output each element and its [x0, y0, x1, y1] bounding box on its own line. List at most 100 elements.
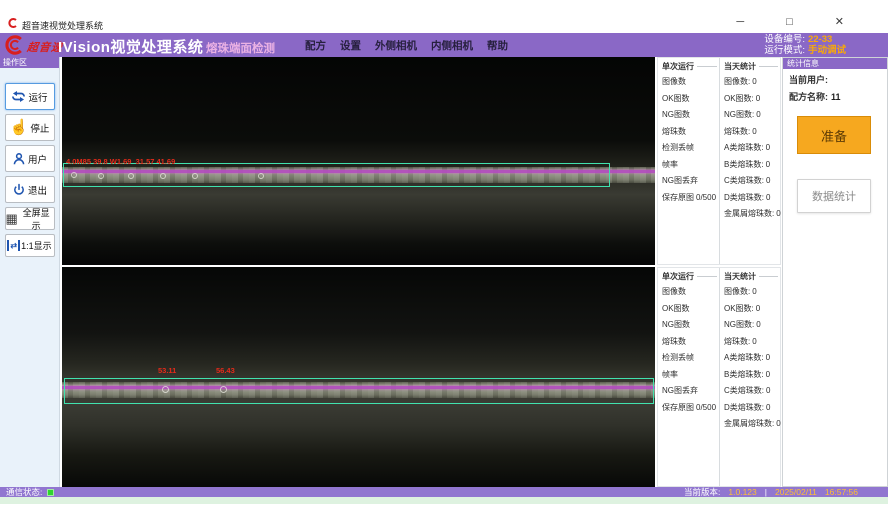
stat-row: OK图数:0 — [724, 91, 780, 108]
today-stats-header: 当天统计 — [724, 61, 780, 72]
today-stats-header: 当天统计 — [724, 271, 780, 282]
menu-item[interactable]: 设置 — [340, 38, 361, 53]
stat-row: 检测丢帧 — [662, 350, 719, 367]
inner-camera-stats-panel: 单次运行 图像数OK图数NG图数熔珠数检测丢帧帧率NG图丢弃保存原图0/500 … — [657, 267, 781, 487]
stat-row: 金属屑熔珠数:0 — [724, 206, 780, 223]
stat-row: 图像数 — [662, 74, 719, 91]
stat-row: NG图数 — [662, 107, 719, 124]
status-bar: 通信状态: 当前版本: 1.0.123 | 2025/02/11 16:57:5… — [0, 487, 888, 497]
stat-row: 保存原图0/500 — [662, 190, 719, 207]
stat-row: 图像数:0 — [724, 74, 780, 91]
one-to-one-icon: ⇄ — [7, 240, 20, 251]
device-number-label: 设备编号: — [764, 34, 805, 45]
stat-row: NG图丢弃 — [662, 173, 719, 190]
info-panel-title: 统计信息 — [783, 58, 887, 69]
comm-status-indicator — [47, 489, 54, 496]
menu-bar: 配方设置外侧相机内侧相机帮助 — [305, 38, 508, 53]
run-mode-value: 手动调试 — [808, 45, 846, 56]
stat-row: 熔珠数 — [662, 124, 719, 141]
date-value: 2025/02/11 — [775, 487, 817, 497]
brand-logo-icon — [3, 35, 24, 55]
data-statistics-button[interactable]: 数据统计 — [797, 179, 871, 213]
stat-row: A类熔珠数:0 — [724, 140, 780, 157]
stat-row: 保存原图0/500 — [662, 400, 719, 417]
stat-row: OK图数 — [662, 91, 719, 108]
menu-item[interactable]: 帮助 — [487, 38, 508, 53]
stat-row: OK图数 — [662, 301, 719, 318]
device-info: 设备编号:22-33 运行模式:手动调试 — [764, 35, 846, 56]
exit-button[interactable]: 退出 — [5, 176, 55, 203]
window-controls: ─ □ ✕ — [736, 15, 844, 29]
fullscreen-grid-icon: ▦ — [6, 212, 18, 225]
stat-row: 帧率 — [662, 367, 719, 384]
recipe-name-row: 配方名称:11 — [783, 86, 887, 103]
single-run-header: 单次运行 — [662, 61, 719, 72]
stat-row: A类熔珠数:0 — [724, 350, 780, 367]
fullscreen-button[interactable]: ▦ 全屏显示 — [5, 207, 55, 230]
stop-hand-icon: ☝ — [10, 120, 29, 135]
prepare-button[interactable]: 准备 — [797, 116, 871, 154]
stat-row: C类熔珠数:0 — [724, 173, 780, 190]
stat-row: C类熔珠数:0 — [724, 383, 780, 400]
close-button[interactable]: ✕ — [835, 15, 844, 29]
menu-item[interactable]: 配方 — [305, 38, 326, 53]
current-user-row: 当前用户: — [783, 69, 887, 86]
stat-row: B类熔珠数:0 — [724, 157, 780, 174]
stat-row: NG图数 — [662, 317, 719, 334]
stop-button[interactable]: ☝ 停止 — [5, 114, 55, 141]
device-number-value: 22-33 — [808, 34, 832, 45]
stat-row: 熔珠数 — [662, 334, 719, 351]
stop-button-label: 停止 — [30, 121, 49, 135]
fullscreen-button-label: 全屏显示 — [19, 206, 54, 232]
version-value: 1.0.123 — [728, 487, 756, 497]
roi-rectangle — [64, 378, 654, 404]
single-run-header: 单次运行 — [662, 271, 719, 282]
stat-row: 检测丢帧 — [662, 140, 719, 157]
run-cycle-icon — [11, 89, 26, 104]
stat-row: B类熔珠数:0 — [724, 367, 780, 384]
app-header: 超音速 IVision视觉处理系统 熔珠端面检测 配方设置外侧相机内侧相机帮助 … — [0, 33, 888, 57]
roi-rectangle — [63, 163, 610, 187]
measure-point-marker — [258, 173, 264, 179]
power-icon — [12, 183, 26, 197]
app-logo-icon — [7, 18, 18, 28]
maximize-button[interactable]: □ — [786, 15, 793, 29]
recipe-name-value: 11 — [831, 92, 841, 102]
separator: | — [765, 487, 767, 497]
measure-point-marker — [220, 386, 227, 393]
menu-item[interactable]: 外侧相机 — [375, 38, 417, 53]
minimize-button[interactable]: ─ — [736, 15, 744, 29]
info-panel: 统计信息 当前用户: 配方名称:11 准备 数据统计 — [782, 57, 888, 487]
stat-row: 帧率 — [662, 157, 719, 174]
taskbar-edge — [0, 497, 888, 504]
measure-point-marker — [192, 173, 198, 179]
measurement-label: 53.11 — [158, 367, 176, 375]
outer-camera-stats-panel: 单次运行 图像数OK图数NG图数熔珠数检测丢帧帧率NG图丢弃保存原图0/500 … — [657, 57, 781, 265]
menu-item[interactable]: 内侧相机 — [431, 38, 473, 53]
sidebar-title: 操作区 — [0, 57, 59, 68]
measurement-annotation: 4.0M85 39.8 W1.69 31.57 41.69 — [66, 158, 175, 166]
stat-row: 熔珠数:0 — [724, 334, 780, 351]
measure-point-marker — [98, 173, 104, 179]
stat-row: 图像数 — [662, 284, 719, 301]
stat-row: NG图数:0 — [724, 107, 780, 124]
window-title: 超音速视觉处理系统 — [22, 19, 103, 32]
user-icon — [12, 152, 26, 166]
stat-row: NG图数:0 — [724, 317, 780, 334]
stat-row: OK图数:0 — [724, 301, 780, 318]
stat-row: NG图丢弃 — [662, 383, 719, 400]
desktop: 超音速视觉处理系统 ─ □ ✕ 超音速 IVision视觉处理系统 熔珠端面检测… — [0, 0, 888, 522]
run-button-label: 运行 — [28, 90, 47, 104]
user-button[interactable]: 用户 — [5, 145, 55, 172]
stat-row: 图像数:0 — [724, 284, 780, 301]
app-subtitle: 熔珠端面检测 — [206, 40, 275, 56]
run-button[interactable]: 运行 — [5, 83, 55, 110]
measurement-label: 56.43 — [216, 367, 235, 375]
stat-row: 熔珠数:0 — [724, 124, 780, 141]
stat-row: D类熔珠数:0 — [724, 400, 780, 417]
stat-row: D类熔珠数:0 — [724, 190, 780, 207]
exit-button-label: 退出 — [28, 183, 47, 197]
stat-row: 金属屑熔珠数:0 — [724, 416, 780, 433]
run-mode-label: 运行模式: — [764, 45, 805, 56]
one-to-one-button[interactable]: ⇄ 1:1显示 — [5, 234, 55, 257]
